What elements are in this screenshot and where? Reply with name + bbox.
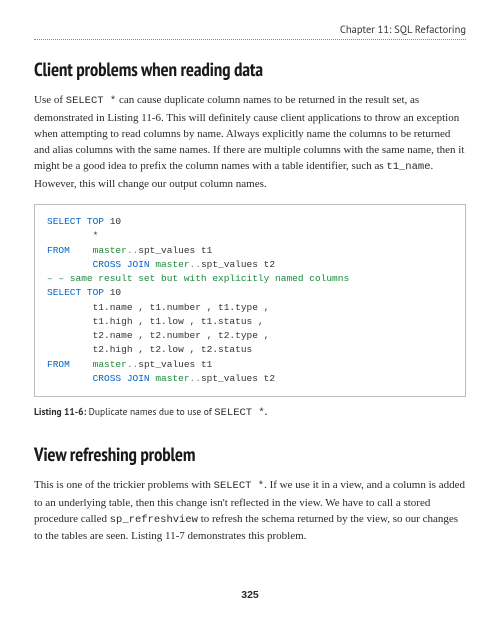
identifier: master [93, 245, 127, 256]
inline-code: SELECT * [214, 407, 264, 419]
text: spt_values t1 [138, 359, 212, 370]
keyword: FROM [47, 245, 70, 256]
text [70, 359, 93, 370]
identifier: master [155, 373, 189, 384]
keyword: CROSS JOIN [93, 373, 150, 384]
page-number: 325 [0, 589, 500, 601]
comment: – – same result set but with explicitly … [47, 273, 349, 284]
operator: .. [190, 259, 201, 270]
identifier: master [93, 359, 127, 370]
text: 10 [104, 216, 121, 227]
keyword: SELECT TOP [47, 287, 104, 298]
text: t1.high , t1.low , t1.status , [47, 316, 264, 327]
inline-code: SELECT * [214, 480, 264, 492]
text [47, 373, 93, 384]
text: Use of [34, 94, 66, 106]
identifier: master [155, 259, 189, 270]
keyword: FROM [47, 359, 70, 370]
caption-label: Listing 11-6: [34, 405, 86, 418]
text: 10 [104, 287, 121, 298]
operator: .. [127, 359, 138, 370]
text: * [47, 230, 98, 241]
operator: .. [190, 373, 201, 384]
paragraph-1: Use of SELECT * can cause duplicate colu… [34, 92, 466, 192]
text: t2.high , t2.low , t2.status [47, 344, 252, 355]
text: t1.name , t1.number , t1.type , [47, 302, 269, 313]
chapter-header: Chapter 11: SQL Refactoring [34, 22, 466, 40]
text: spt_values t1 [138, 245, 212, 256]
text: spt_values t2 [201, 373, 275, 384]
text: t2.name , t2.number , t2.type , [47, 330, 269, 341]
text: spt_values t2 [201, 259, 275, 270]
code-listing-11-6: SELECT TOP 10 * FROM master..spt_values … [34, 204, 466, 397]
text [70, 245, 93, 256]
inline-code: sp_refreshview [110, 514, 198, 526]
keyword: CROSS JOIN [93, 259, 150, 270]
caption-end: . [265, 405, 267, 418]
listing-caption: Listing 11-6: Duplicate names due to use… [34, 405, 466, 419]
inline-code: SELECT * [66, 95, 116, 107]
operator: .. [127, 245, 138, 256]
section-heading-view-refreshing: View refreshing problem [34, 443, 466, 467]
paragraph-2: This is one of the trickier problems wit… [34, 477, 466, 545]
keyword: SELECT TOP [47, 216, 104, 227]
caption-text: Duplicate names due to use of [86, 405, 214, 418]
text: This is one of the trickier problems wit… [34, 479, 214, 491]
text [47, 259, 93, 270]
inline-code: t1_name [386, 161, 430, 173]
section-heading-client-problems: Client problems when reading data [34, 58, 466, 82]
